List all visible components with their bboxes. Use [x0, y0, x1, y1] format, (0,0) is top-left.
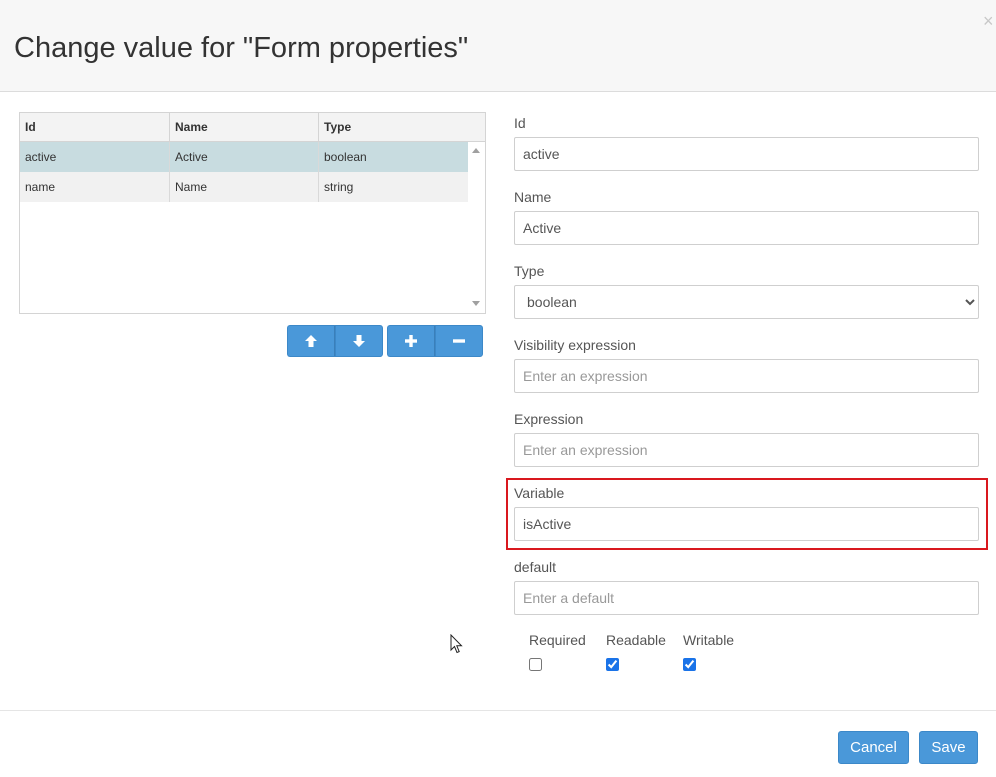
mouse-cursor-icon	[450, 634, 463, 654]
form-properties-grid: Id Name Type active Active boolean name …	[19, 112, 486, 314]
readable-label: Readable	[606, 632, 666, 648]
type-select[interactable]: boolean	[514, 285, 979, 319]
table-row-selected[interactable]: active Active boolean	[20, 142, 468, 172]
move-up-button[interactable]	[287, 325, 335, 357]
cell-id: active	[20, 142, 170, 172]
add-remove-button-group	[387, 325, 483, 357]
column-header-type[interactable]: Type	[319, 113, 485, 141]
footer-divider	[0, 710, 996, 711]
writable-checkbox[interactable]	[683, 658, 696, 671]
close-icon[interactable]: ×	[983, 10, 994, 32]
cell-id: name	[20, 172, 170, 202]
visibility-expression-field[interactable]	[514, 359, 979, 393]
variable-field[interactable]	[514, 507, 979, 541]
plus-icon	[405, 335, 417, 347]
name-field[interactable]	[514, 211, 979, 245]
table-row[interactable]: name Name string	[20, 172, 468, 202]
minus-icon	[453, 339, 465, 343]
scroll-down-icon[interactable]	[472, 301, 480, 306]
default-field[interactable]	[514, 581, 979, 615]
expression-field[interactable]	[514, 433, 979, 467]
expression-label: Expression	[514, 411, 584, 427]
variable-label: Variable	[514, 485, 565, 501]
dialog-title: Change value for "Form properties"	[14, 32, 469, 64]
scroll-up-icon[interactable]	[472, 148, 480, 153]
visibility-expression-label: Visibility expression	[514, 337, 636, 353]
readable-checkbox[interactable]	[606, 658, 619, 671]
dialog-header: Change value for "Form properties" ×	[0, 0, 996, 92]
default-label: default	[514, 559, 557, 575]
save-button[interactable]: Save	[919, 731, 978, 764]
move-button-group	[287, 325, 383, 357]
cell-type: string	[324, 180, 354, 194]
grid-header: Id Name Type	[20, 113, 485, 142]
name-label: Name	[514, 189, 552, 205]
grid-scrollbar[interactable]	[468, 142, 485, 313]
cancel-button[interactable]: Cancel	[838, 731, 909, 764]
arrow-down-icon	[353, 335, 365, 347]
cell-name: Name	[170, 172, 319, 202]
required-checkbox[interactable]	[529, 658, 542, 671]
cell-name: Active	[170, 142, 319, 172]
id-field[interactable]	[514, 137, 979, 171]
add-property-button[interactable]	[387, 325, 435, 357]
move-down-button[interactable]	[335, 325, 383, 357]
writable-label: Writable	[683, 632, 735, 648]
arrow-up-icon	[305, 335, 317, 347]
column-header-id[interactable]: Id	[20, 113, 170, 141]
type-label: Type	[514, 263, 545, 279]
remove-property-button[interactable]	[435, 325, 483, 357]
column-header-name[interactable]: Name	[170, 113, 319, 141]
id-label: Id	[514, 115, 526, 131]
cell-type: boolean	[324, 150, 367, 164]
required-label: Required	[529, 632, 586, 648]
